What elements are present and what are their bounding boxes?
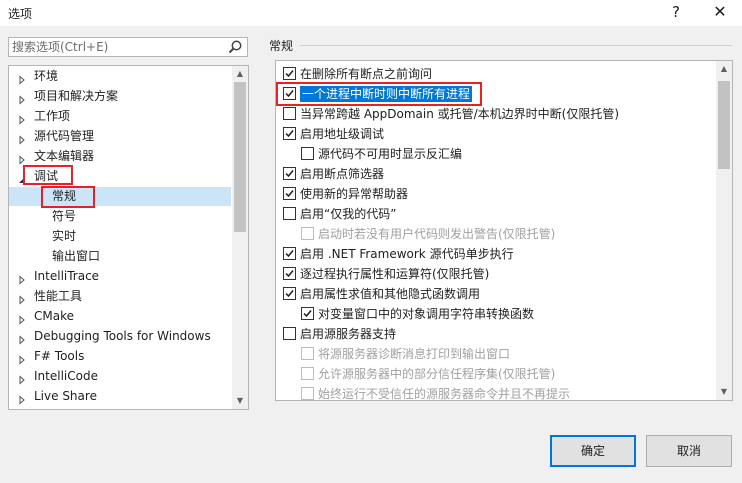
- option-checkbox[interactable]: [283, 187, 296, 200]
- tree-item[interactable]: 工作项: [9, 107, 231, 126]
- cancel-button[interactable]: 取消: [646, 435, 732, 467]
- option-checkbox: [301, 387, 314, 400]
- section-divider: [300, 45, 732, 46]
- collapsed-arrow-icon[interactable]: [17, 152, 27, 165]
- option-checkbox[interactable]: [283, 67, 296, 80]
- scrollbar-thumb[interactable]: [234, 82, 246, 232]
- search-box[interactable]: [8, 37, 248, 57]
- option-label: 启用 .NET Framework 源代码单步执行: [300, 247, 514, 261]
- section-title: 常规: [269, 39, 294, 53]
- tree-item-label: 实时: [52, 229, 77, 243]
- option-checkbox[interactable]: [283, 247, 296, 260]
- collapsed-arrow-icon[interactable]: [17, 132, 27, 145]
- tree-item[interactable]: 性能工具: [9, 287, 231, 306]
- collapsed-arrow-icon[interactable]: [17, 272, 27, 285]
- option-label: 启用地址级调试: [300, 127, 385, 141]
- annotation-highlight-box: [41, 186, 95, 208]
- option-label: 启动时若没有用户代码则发出警告(仅限托管): [318, 227, 556, 241]
- tree-item[interactable]: IntelliTrace: [9, 267, 231, 286]
- scroll-down-icon[interactable]: ▼: [716, 384, 732, 400]
- tree-item[interactable]: Live Share: [9, 387, 231, 406]
- option-checkbox: [301, 367, 314, 380]
- tree-item[interactable]: 环境: [9, 67, 231, 86]
- tree-item-label: IntelliCode: [34, 369, 98, 383]
- close-button[interactable]: ✕: [702, 0, 738, 26]
- option-checkbox[interactable]: [301, 307, 314, 320]
- option-label: 在删除所有断点之前询问: [300, 67, 433, 81]
- option-checkbox[interactable]: [283, 107, 296, 120]
- option-label: 启用“仅我的代码”: [300, 207, 397, 221]
- help-button[interactable]: ?: [658, 0, 694, 26]
- collapsed-arrow-icon[interactable]: [17, 372, 27, 385]
- option-checkbox[interactable]: [301, 147, 314, 160]
- option-label: 启用断点筛选器: [300, 167, 385, 181]
- collapsed-arrow-icon[interactable]: [17, 112, 27, 125]
- tree-item-label: 性能工具: [34, 289, 83, 303]
- search-input[interactable]: [9, 38, 222, 56]
- option-label: 启用源服务器支持: [300, 327, 397, 341]
- tree-item-label: Live Share: [34, 389, 97, 403]
- option-checkbox[interactable]: [283, 127, 296, 140]
- option-label: 允许源服务器中的部分信任程序集(仅限托管): [318, 367, 556, 381]
- collapsed-arrow-icon[interactable]: [17, 292, 27, 305]
- title-bar: 选项 ? ✕: [0, 0, 742, 26]
- collapsed-arrow-icon[interactable]: [17, 312, 27, 325]
- tree-item[interactable]: 文本编辑器: [9, 147, 231, 166]
- collapsed-arrow-icon[interactable]: [17, 92, 27, 105]
- scrollbar-thumb[interactable]: [718, 81, 730, 169]
- scroll-up-icon[interactable]: ▲: [232, 66, 248, 82]
- tree-item[interactable]: 输出窗口: [9, 247, 231, 266]
- option-checkbox[interactable]: [283, 207, 296, 220]
- ok-button[interactable]: 确定: [550, 435, 636, 467]
- search-icon[interactable]: [227, 39, 243, 55]
- scroll-down-icon[interactable]: ▼: [232, 393, 248, 409]
- tree-item-label: 输出窗口: [52, 249, 101, 263]
- option-label: 使用新的异常帮助器: [300, 187, 409, 201]
- window-title: 选项: [8, 7, 33, 21]
- tree-item-label: 源代码管理: [34, 129, 95, 143]
- tree-item-label: 项目和解决方案: [34, 89, 119, 103]
- collapsed-arrow-icon[interactable]: [17, 392, 27, 405]
- tree-item[interactable]: 源代码管理: [9, 127, 231, 146]
- option-checkbox[interactable]: [283, 267, 296, 280]
- options-list: 在删除所有断点之前询问 一个进程中断时则中断所有进程 当异常跨越 AppDomain…: [275, 60, 733, 401]
- annotation-highlight-box: [276, 82, 482, 106]
- option-checkbox[interactable]: [283, 327, 296, 340]
- tree-item[interactable]: Debugging Tools for Windows: [9, 327, 231, 346]
- tree-item[interactable]: 项目和解决方案: [9, 87, 231, 106]
- annotation-highlight-box: [23, 165, 73, 185]
- option-label: 当异常跨越 AppDomain 或托管/本机边界时中断(仅限托管): [300, 107, 620, 121]
- option-checkbox: [301, 227, 314, 240]
- options-tree[interactable]: 环境 项目和解决方案 工作项 源代码管理 文本编辑器 调试 常规 符号 实时 输出窗口 Intell…: [8, 65, 249, 410]
- scroll-up-icon[interactable]: ▲: [716, 61, 732, 77]
- option-label: 逐过程执行属性和运算符(仅限托管): [300, 267, 490, 281]
- vertical-scrollbar[interactable]: ▲ ▼: [232, 66, 248, 409]
- option-label: 对变量窗口中的对象调用字符串转换函数: [318, 307, 535, 321]
- tree-item-label: IntelliTrace: [34, 269, 100, 283]
- tree-item-label: 文本编辑器: [34, 149, 95, 163]
- tree-item-label: F# Tools: [34, 349, 85, 363]
- tree-item[interactable]: F# Tools: [9, 347, 231, 366]
- tree-item-label: 工作项: [34, 109, 71, 123]
- tree-item-label: CMake: [34, 309, 74, 323]
- collapsed-arrow-icon[interactable]: [17, 332, 27, 345]
- collapsed-arrow-icon[interactable]: [17, 72, 27, 85]
- tree-item-label: 符号: [52, 209, 77, 223]
- tree-item[interactable]: CMake: [9, 307, 231, 326]
- option-label: 源代码不可用时显示反汇编: [318, 147, 463, 161]
- collapsed-arrow-icon[interactable]: [17, 352, 27, 365]
- option-checkbox: [301, 347, 314, 360]
- tree-item-label: Debugging Tools for Windows: [34, 329, 211, 343]
- option-checkbox[interactable]: [283, 167, 296, 180]
- tree-item-label: 环境: [34, 69, 59, 83]
- vertical-scrollbar[interactable]: ▲ ▼: [716, 61, 732, 400]
- tree-item[interactable]: 符号: [9, 207, 231, 226]
- option-label: 启用属性求值和其他隐式函数调用: [300, 287, 481, 301]
- tree-item[interactable]: IntelliCode: [9, 367, 231, 386]
- option-label: 将源服务器诊断消息打印到输出窗口: [318, 347, 511, 361]
- tree-item[interactable]: 实时: [9, 227, 231, 246]
- option-checkbox[interactable]: [283, 287, 296, 300]
- option-label: 始终运行不受信任的源服务器命令并且不再提示: [318, 387, 571, 401]
